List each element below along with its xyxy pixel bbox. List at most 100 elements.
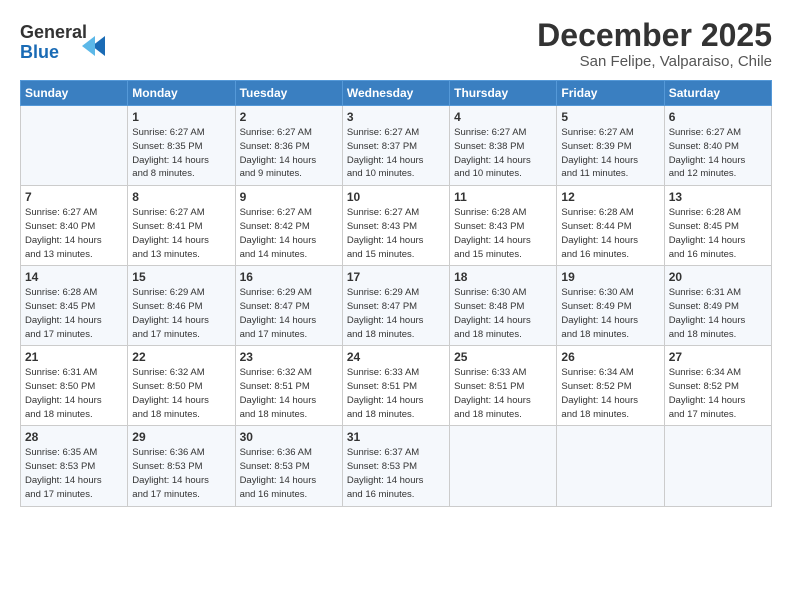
day-info: Sunrise: 6:35 AM Sunset: 8:53 PM Dayligh… [25, 446, 123, 501]
day-info: Sunrise: 6:28 AM Sunset: 8:43 PM Dayligh… [454, 206, 552, 261]
calendar-cell: 31Sunrise: 6:37 AM Sunset: 8:53 PM Dayli… [342, 426, 449, 506]
day-info: Sunrise: 6:33 AM Sunset: 8:51 PM Dayligh… [454, 366, 552, 421]
day-number: 11 [454, 190, 552, 204]
calendar-cell: 18Sunrise: 6:30 AM Sunset: 8:48 PM Dayli… [450, 266, 557, 346]
calendar-cell: 14 Sunrise: 6:28 AM Sunset: 8:45 PM Dayli… [21, 266, 128, 346]
calendar-cell: 6Sunrise: 6:27 AM Sunset: 8:40 PM Daylig… [664, 106, 771, 186]
day-number: 12 [561, 190, 659, 204]
calendar-cell: 13 Sunrise: 6:28 AM Sunset: 8:45 PM Dayli… [664, 186, 771, 266]
svg-text:General: General [20, 22, 87, 42]
day-info: Sunrise: 6:36 AM Sunset: 8:53 PM Dayligh… [240, 446, 338, 501]
calendar-cell [664, 426, 771, 506]
day-info: Sunrise: 6:28 AM Sunset: 8:45 PM Dayligh… [669, 206, 767, 261]
day-number: 3 [347, 110, 445, 124]
day-number: 20 [669, 270, 767, 284]
day-number: 16 [240, 270, 338, 284]
day-info: Sunrise: 6:29 AM Sunset: 8:47 PM Dayligh… [240, 286, 338, 341]
calendar-cell [450, 426, 557, 506]
day-number: 6 [669, 110, 767, 124]
weekday-header: Thursday [450, 81, 557, 106]
day-number: 8 [132, 190, 230, 204]
weekday-header: Wednesday [342, 81, 449, 106]
calendar-week-row: 28Sunrise: 6:35 AM Sunset: 8:53 PM Dayli… [21, 426, 772, 506]
day-info: Sunrise: 6:36 AM Sunset: 8:53 PM Dayligh… [132, 446, 230, 501]
day-info: Sunrise: 6:37 AM Sunset: 8:53 PM Dayligh… [347, 446, 445, 501]
calendar-cell: 16 Sunrise: 6:29 AM Sunset: 8:47 PM Dayli… [235, 266, 342, 346]
day-number: 19 [561, 270, 659, 284]
day-info: Sunrise: 6:31 AM Sunset: 8:50 PM Dayligh… [25, 366, 123, 421]
day-info: Sunrise: 6:34 AM Sunset: 8:52 PM Dayligh… [561, 366, 659, 421]
weekday-header: Friday [557, 81, 664, 106]
calendar-cell: 21 Sunrise: 6:31 AM Sunset: 8:50 PM Dayli… [21, 346, 128, 426]
day-info: Sunrise: 6:28 AM Sunset: 8:45 PM Dayligh… [25, 286, 123, 341]
calendar-cell: 28Sunrise: 6:35 AM Sunset: 8:53 PM Dayli… [21, 426, 128, 506]
weekday-header-row: SundayMondayTuesdayWednesdayThursdayFrid… [21, 81, 772, 106]
calendar-cell: 3 Sunrise: 6:27 AM Sunset: 8:37 PM Daylig… [342, 106, 449, 186]
day-number: 7 [25, 190, 123, 204]
calendar-cell: 2 Sunrise: 6:27 AM Sunset: 8:36 PM Daylig… [235, 106, 342, 186]
day-number: 22 [132, 350, 230, 364]
calendar-week-row: 1 Sunrise: 6:27 AM Sunset: 8:35 PM Daylig… [21, 106, 772, 186]
calendar-cell [21, 106, 128, 186]
day-number: 1 [132, 110, 230, 124]
day-number: 5 [561, 110, 659, 124]
day-info: Sunrise: 6:33 AM Sunset: 8:51 PM Dayligh… [347, 366, 445, 421]
calendar-cell: 25Sunrise: 6:33 AM Sunset: 8:51 PM Dayli… [450, 346, 557, 426]
day-info: Sunrise: 6:30 AM Sunset: 8:49 PM Dayligh… [561, 286, 659, 341]
day-info: Sunrise: 6:27 AM Sunset: 8:37 PM Dayligh… [347, 126, 445, 181]
calendar-cell: 10Sunrise: 6:27 AM Sunset: 8:43 PM Dayli… [342, 186, 449, 266]
logo-svg: General Blue [20, 18, 110, 62]
day-number: 15 [132, 270, 230, 284]
calendar-cell: 20Sunrise: 6:31 AM Sunset: 8:49 PM Dayli… [664, 266, 771, 346]
calendar-cell: 22Sunrise: 6:32 AM Sunset: 8:50 PM Dayli… [128, 346, 235, 426]
day-number: 30 [240, 430, 338, 444]
svg-text:Blue: Blue [20, 42, 59, 62]
logo: General Blue [20, 18, 110, 62]
title-block: December 2025 San Felipe, Valparaiso, Ch… [537, 18, 772, 70]
weekday-header: Tuesday [235, 81, 342, 106]
calendar-cell: 7 Sunrise: 6:27 AM Sunset: 8:40 PM Daylig… [21, 186, 128, 266]
day-info: Sunrise: 6:34 AM Sunset: 8:52 PM Dayligh… [669, 366, 767, 421]
day-number: 4 [454, 110, 552, 124]
weekday-header: Sunday [21, 81, 128, 106]
calendar-cell: 1 Sunrise: 6:27 AM Sunset: 8:35 PM Daylig… [128, 106, 235, 186]
calendar-cell: 5 Sunrise: 6:27 AM Sunset: 8:39 PM Daylig… [557, 106, 664, 186]
day-number: 13 [669, 190, 767, 204]
day-info: Sunrise: 6:27 AM Sunset: 8:38 PM Dayligh… [454, 126, 552, 181]
calendar-cell: 29 Sunrise: 6:36 AM Sunset: 8:53 PM Dayli… [128, 426, 235, 506]
day-info: Sunrise: 6:27 AM Sunset: 8:42 PM Dayligh… [240, 206, 338, 261]
day-info: Sunrise: 6:27 AM Sunset: 8:35 PM Dayligh… [132, 126, 230, 181]
calendar-cell: 19 Sunrise: 6:30 AM Sunset: 8:49 PM Dayli… [557, 266, 664, 346]
calendar-week-row: 21 Sunrise: 6:31 AM Sunset: 8:50 PM Dayli… [21, 346, 772, 426]
calendar-cell: 27 Sunrise: 6:34 AM Sunset: 8:52 PM Dayli… [664, 346, 771, 426]
day-info: Sunrise: 6:29 AM Sunset: 8:46 PM Dayligh… [132, 286, 230, 341]
day-number: 2 [240, 110, 338, 124]
calendar-cell [557, 426, 664, 506]
day-info: Sunrise: 6:27 AM Sunset: 8:41 PM Dayligh… [132, 206, 230, 261]
day-info: Sunrise: 6:27 AM Sunset: 8:36 PM Dayligh… [240, 126, 338, 181]
location: San Felipe, Valparaiso, Chile [537, 53, 772, 70]
calendar-cell: 4 Sunrise: 6:27 AM Sunset: 8:38 PM Daylig… [450, 106, 557, 186]
day-number: 24 [347, 350, 445, 364]
day-info: Sunrise: 6:32 AM Sunset: 8:51 PM Dayligh… [240, 366, 338, 421]
day-number: 29 [132, 430, 230, 444]
calendar-week-row: 14 Sunrise: 6:28 AM Sunset: 8:45 PM Dayli… [21, 266, 772, 346]
day-number: 17 [347, 270, 445, 284]
calendar-cell: 17 Sunrise: 6:29 AM Sunset: 8:47 PM Dayli… [342, 266, 449, 346]
day-number: 18 [454, 270, 552, 284]
calendar-cell: 12 Sunrise: 6:28 AM Sunset: 8:44 PM Dayli… [557, 186, 664, 266]
day-info: Sunrise: 6:29 AM Sunset: 8:47 PM Dayligh… [347, 286, 445, 341]
day-info: Sunrise: 6:28 AM Sunset: 8:44 PM Dayligh… [561, 206, 659, 261]
calendar-cell: 9 Sunrise: 6:27 AM Sunset: 8:42 PM Daylig… [235, 186, 342, 266]
calendar-cell: 26Sunrise: 6:34 AM Sunset: 8:52 PM Dayli… [557, 346, 664, 426]
calendar-cell: 30 Sunrise: 6:36 AM Sunset: 8:53 PM Dayli… [235, 426, 342, 506]
day-number: 23 [240, 350, 338, 364]
day-info: Sunrise: 6:27 AM Sunset: 8:40 PM Dayligh… [25, 206, 123, 261]
day-info: Sunrise: 6:27 AM Sunset: 8:39 PM Dayligh… [561, 126, 659, 181]
day-number: 9 [240, 190, 338, 204]
day-number: 14 [25, 270, 123, 284]
calendar-week-row: 7 Sunrise: 6:27 AM Sunset: 8:40 PM Daylig… [21, 186, 772, 266]
day-number: 27 [669, 350, 767, 364]
calendar-cell: 8 Sunrise: 6:27 AM Sunset: 8:41 PM Daylig… [128, 186, 235, 266]
day-number: 21 [25, 350, 123, 364]
